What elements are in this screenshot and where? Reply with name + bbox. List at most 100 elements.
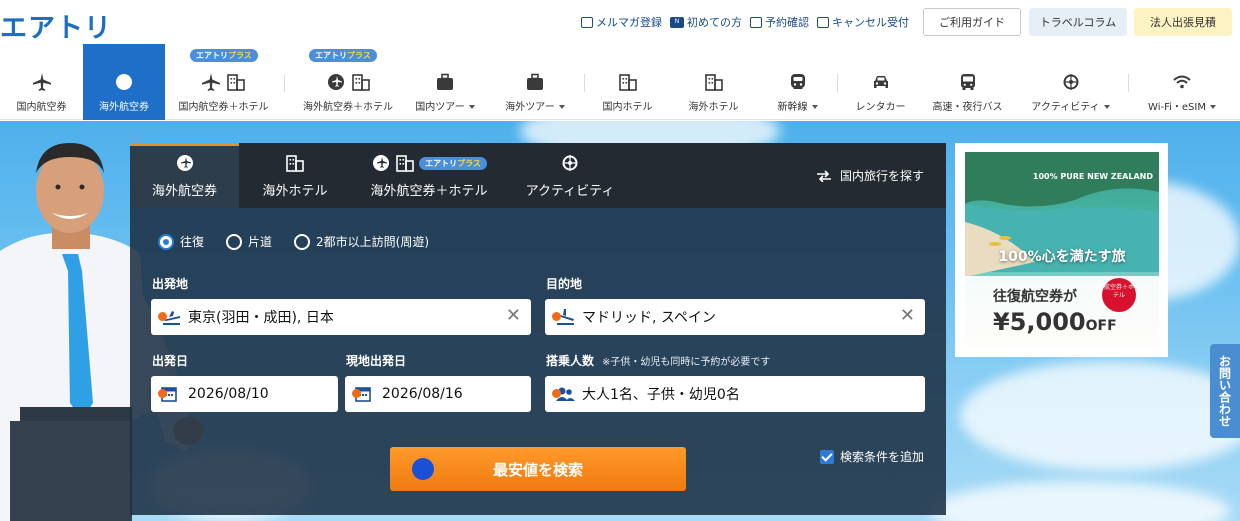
nav-wifi-esim[interactable]: Wi-Fi・eSIM bbox=[1138, 44, 1226, 120]
cancel-label: キャンセル受付 bbox=[832, 16, 909, 29]
nav-divider bbox=[284, 74, 285, 92]
nz-brand-logo: 100% PURE NEW ZEALAND bbox=[1032, 172, 1153, 181]
hotel-icon bbox=[704, 74, 723, 91]
radio-one-way[interactable]: 片道 bbox=[226, 233, 272, 250]
departure-plane-icon bbox=[158, 308, 182, 326]
search-button-label: 最安値を検索 bbox=[492, 460, 583, 479]
reservation-check-link[interactable]: 予約確認 bbox=[750, 14, 809, 30]
travel-column-button[interactable]: トラベルコラム bbox=[1029, 8, 1127, 36]
add-conditions-label: 検索条件を追加 bbox=[839, 450, 924, 464]
ad-price-value: ¥5,000 bbox=[993, 308, 1086, 336]
marker-dot bbox=[158, 389, 167, 398]
depart-date-label: 出発日 bbox=[152, 354, 189, 368]
nav-domestic-hotels[interactable]: 国内ホテル bbox=[590, 44, 665, 120]
ad-price-suffix: OFF bbox=[1085, 318, 1117, 334]
hotel-icon bbox=[351, 74, 370, 91]
return-date-field[interactable]: 2026/08/16 bbox=[345, 376, 531, 412]
depart-date-field[interactable]: 2026/08/10 bbox=[151, 376, 338, 412]
calendar-icon bbox=[352, 385, 376, 403]
nav-domestic-tours[interactable]: 国内ツアー bbox=[405, 44, 485, 120]
marker-dot bbox=[352, 389, 361, 398]
nav-highway-bus[interactable]: 高速・夜行バス bbox=[925, 44, 1010, 120]
search-button[interactable]: 最安値を検索 bbox=[390, 447, 686, 491]
activity-icon bbox=[562, 155, 578, 171]
wifi-icon bbox=[1173, 75, 1191, 89]
radio-label: 片道 bbox=[248, 235, 273, 249]
chevron-down-icon bbox=[468, 105, 475, 109]
radio-multi-city[interactable]: 2都市以上訪問(周遊) bbox=[294, 233, 429, 250]
nz-ad-banner[interactable]: 100% PURE NEW ZEALAND 100%心を満たす旅 往復航空券が … bbox=[955, 143, 1168, 357]
hero-section: 海外航空券 海外ホテル エアトリプラス 海外航空券＋ホテル アクティビティ 国内… bbox=[0, 121, 1240, 521]
reservation-check-label: 予約確認 bbox=[765, 16, 809, 29]
destination-value: マドリッド, スペイン bbox=[582, 310, 716, 326]
passengers-label: 搭乗人数 ※子供・幼児も同時に予約が必要です bbox=[546, 352, 770, 369]
return-date-value: 2026/08/16 bbox=[382, 386, 463, 402]
nav-label: 海外ホテル bbox=[688, 102, 739, 113]
main-nav: エアトリプラス エアトリプラス 国内航空券 海外航空券 国内航空券＋ホテル 海外… bbox=[0, 44, 1240, 120]
origin-field[interactable]: 東京(羽田・成田), 日本 ✕ bbox=[151, 299, 531, 335]
nav-intl-flight-hotel[interactable]: 海外航空券＋ホテル bbox=[290, 44, 406, 120]
nav-label: 新幹線 bbox=[778, 98, 818, 113]
site-header: エアトリ メルマガ登録 N 初めての方 予約確認 キャンセル受付 ご利用ガイド … bbox=[0, 0, 1240, 44]
new-badge-icon: N bbox=[670, 16, 684, 28]
tab-label: 海外航空券 bbox=[151, 184, 217, 199]
nav-label-text: 新幹線 bbox=[777, 102, 808, 113]
nav-label: 海外ツアー bbox=[505, 98, 565, 113]
business-quote-button[interactable]: 法人出張見積 bbox=[1134, 8, 1232, 36]
nav-domestic-flight-hotel[interactable]: 国内航空券＋ホテル bbox=[170, 44, 277, 120]
ad-price: ¥5,000OFF bbox=[993, 308, 1117, 336]
nav-shinkansen[interactable]: 新幹線 bbox=[760, 44, 835, 120]
nav-label: 国内航空券＋ホテル bbox=[178, 102, 269, 113]
domestic-travel-link[interactable]: 国内旅行を探す bbox=[816, 167, 924, 184]
nav-divider bbox=[837, 74, 838, 92]
passengers-label-text: 搭乗人数 bbox=[546, 354, 595, 368]
radio-circle bbox=[294, 233, 311, 250]
origin-value: 東京(羽田・成田), 日本 bbox=[188, 310, 334, 326]
site-logo[interactable]: エアトリ bbox=[0, 6, 112, 45]
train-icon bbox=[790, 74, 805, 89]
nav-activities[interactable]: アクティビティ bbox=[1023, 44, 1118, 120]
calendar-icon bbox=[158, 385, 182, 403]
cancel-link[interactable]: キャンセル受付 bbox=[817, 14, 909, 30]
nav-rental-car[interactable]: レンタカー bbox=[843, 44, 918, 120]
tab-intl-flight-hotel[interactable]: エアトリプラス 海外航空券＋ホテル bbox=[360, 143, 498, 208]
tab-intl-hotels[interactable]: 海外ホテル bbox=[245, 143, 345, 208]
suitcase-icon bbox=[437, 73, 453, 90]
tab-label: 海外航空券＋ホテル bbox=[370, 184, 488, 199]
tab-activities[interactable]: アクティビティ bbox=[520, 143, 620, 208]
destination-field[interactable]: マドリッド, スペイン ✕ bbox=[545, 299, 925, 335]
add-conditions-toggle[interactable]: 検索条件を追加 bbox=[819, 448, 924, 465]
tab-intl-flights[interactable]: 海外航空券 bbox=[130, 143, 239, 208]
nav-intl-tours[interactable]: 海外ツアー bbox=[495, 44, 575, 120]
destination-label: 目的地 bbox=[546, 277, 583, 291]
tab-label: 海外ホテル bbox=[262, 184, 328, 199]
globe-plane-icon bbox=[327, 74, 344, 90]
nav-label-text: Wi-Fi・eSIM bbox=[1148, 102, 1206, 113]
activity-icon bbox=[1063, 74, 1078, 90]
plane-icon bbox=[202, 73, 220, 91]
passengers-field[interactable]: 大人1名、子供・幼児0名 bbox=[545, 376, 925, 412]
nz-beach-image: 100% PURE NEW ZEALAND 100%心を満たす旅 往復航空券が … bbox=[965, 152, 1159, 346]
clear-destination-icon[interactable]: ✕ bbox=[900, 307, 915, 325]
bus-icon bbox=[960, 74, 975, 90]
hotel-icon bbox=[286, 155, 304, 172]
nav-domestic-flights[interactable]: 国内航空券 bbox=[0, 44, 83, 120]
radio-circle bbox=[226, 233, 243, 250]
nav-label: 国内ホテル bbox=[602, 102, 653, 113]
clear-origin-icon[interactable]: ✕ bbox=[506, 307, 521, 325]
radio-circle-selected bbox=[158, 233, 174, 250]
marker-dot bbox=[552, 389, 561, 398]
depart-date-value: 2026/08/10 bbox=[188, 386, 269, 402]
nav-label: 国内ツアー bbox=[415, 98, 475, 113]
car-icon bbox=[873, 76, 888, 88]
plane-icon bbox=[32, 73, 51, 91]
nav-label: 海外航空券＋ホテル bbox=[303, 102, 393, 113]
radio-round-trip[interactable]: 往復 bbox=[158, 233, 204, 250]
guide-button[interactable]: ご利用ガイド bbox=[923, 8, 1021, 36]
newsletter-link[interactable]: メルマガ登録 bbox=[581, 14, 662, 30]
nav-intl-hotels[interactable]: 海外ホテル bbox=[676, 44, 751, 120]
first-time-link[interactable]: N 初めての方 bbox=[670, 14, 742, 30]
nav-intl-flights[interactable]: 海外航空券 bbox=[83, 44, 165, 120]
checkbox-icon bbox=[819, 449, 834, 464]
contact-side-tab[interactable]: お問い合わせ bbox=[1210, 344, 1240, 438]
